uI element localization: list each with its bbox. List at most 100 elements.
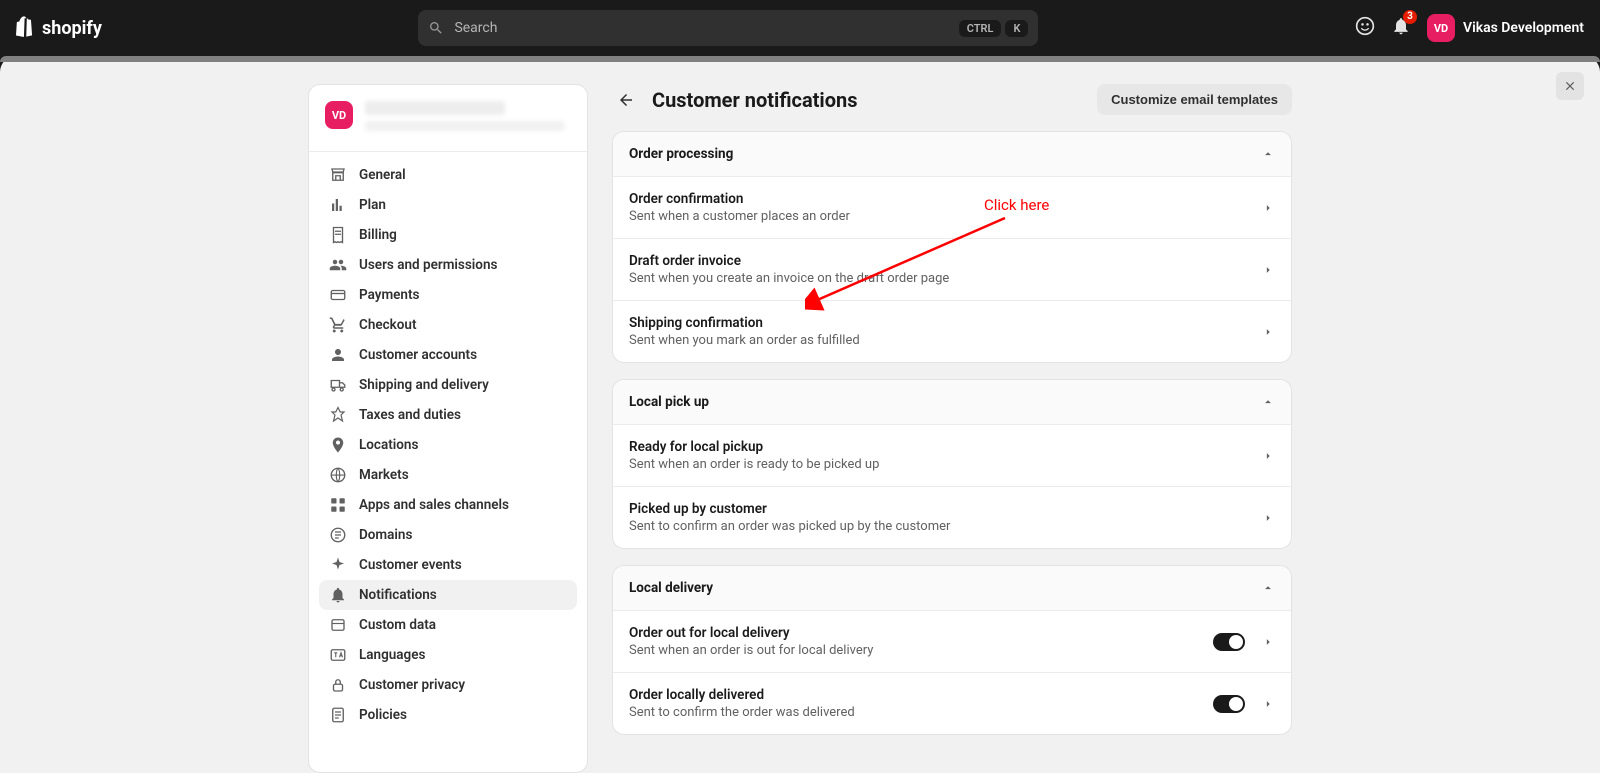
sidebar-item-domains[interactable]: Domains <box>319 520 577 550</box>
chevron-up-icon <box>1261 581 1275 595</box>
sidebar-item-label: Customer events <box>359 557 462 573</box>
notification-row[interactable]: Order confirmationSent when a customer p… <box>613 177 1291 239</box>
policy-icon <box>329 706 347 724</box>
sidebar-avatar: VD <box>325 101 353 129</box>
search-placeholder: Search <box>454 20 948 36</box>
section-title: Local delivery <box>629 580 713 596</box>
sidebar-item-apps-and-sales-channels[interactable]: Apps and sales channels <box>319 490 577 520</box>
notification-row[interactable]: Order locally deliveredSent to confirm t… <box>613 673 1291 734</box>
close-button[interactable] <box>1556 72 1584 100</box>
receipt-icon <box>329 226 347 244</box>
sidebar-item-label: Markets <box>359 467 409 483</box>
sidebar-item-label: Payments <box>359 287 419 303</box>
sidebar-item-label: Taxes and duties <box>359 407 461 423</box>
sidebar-item-label: Languages <box>359 647 425 663</box>
notifications-icon[interactable]: 3 <box>1391 16 1411 40</box>
chevron-right-icon <box>1261 697 1275 711</box>
sidebar-item-general[interactable]: General <box>319 160 577 190</box>
cart-icon <box>329 316 347 334</box>
row-title: Order out for local delivery <box>629 625 1201 641</box>
sidebar-item-checkout[interactable]: Checkout <box>319 310 577 340</box>
notification-row[interactable]: Ready for local pickupSent when an order… <box>613 425 1291 487</box>
toggle[interactable] <box>1213 695 1245 713</box>
notification-row[interactable]: Picked up by customer Sent to confirm an … <box>613 487 1291 548</box>
topbar: shopify Search CTRL K 3 VD Vikas Develop… <box>0 0 1600 56</box>
sidebar-item-users-and-permissions[interactable]: Users and permissions <box>319 250 577 280</box>
chevron-right-icon <box>1261 635 1275 649</box>
sidebar-item-custom-data[interactable]: Custom data <box>319 610 577 640</box>
sidebar-item-label: Plan <box>359 197 386 213</box>
arrow-left-icon <box>617 91 635 109</box>
kbd-ctrl: CTRL <box>959 20 1002 37</box>
sidebar-item-locations[interactable]: Locations <box>319 430 577 460</box>
row-desc: Sent when you mark an order as fulfilled <box>629 333 1249 348</box>
chevron-up-icon <box>1261 395 1275 409</box>
sidebar-item-customer-accounts[interactable]: Customer accounts <box>319 340 577 370</box>
row-desc: Sent to confirm an order was picked up b… <box>629 519 1249 534</box>
section-header[interactable]: Order processing <box>613 132 1291 177</box>
row-desc: Sent when an order is ready to be picked… <box>629 457 1249 472</box>
section-local-delivery: Local delivery Order out for local delive… <box>612 565 1292 735</box>
sidebar-item-policies[interactable]: Policies <box>319 700 577 730</box>
avatar: VD <box>1427 14 1455 42</box>
truck-icon <box>329 376 347 394</box>
row-desc: Sent when you create an invoice on the d… <box>629 271 1249 286</box>
notification-row[interactable]: Draft order invoice Sent when you create … <box>613 239 1291 301</box>
apps-icon <box>329 496 347 514</box>
sidebar-item-label: Checkout <box>359 317 417 333</box>
user-name: Vikas Development <box>1463 20 1584 36</box>
row-desc: Sent when a customer places an order <box>629 209 1249 224</box>
users-icon <box>329 256 347 274</box>
chevron-up-icon <box>1261 147 1275 161</box>
customize-templates-button[interactable]: Customize email templates <box>1097 84 1292 115</box>
sidebar-item-label: Customer accounts <box>359 347 477 363</box>
user-menu[interactable]: VD Vikas Development <box>1427 14 1584 42</box>
domain-icon <box>329 526 347 544</box>
chevron-right-icon <box>1261 511 1275 525</box>
search-input[interactable]: Search CTRL K <box>418 10 1038 46</box>
face-icon[interactable] <box>1355 16 1375 40</box>
brand-logo[interactable]: shopify <box>16 16 102 40</box>
row-title: Picked up by customer <box>629 501 1249 517</box>
shopify-icon <box>16 16 36 40</box>
page-title: Customer notifications <box>652 88 1085 112</box>
sidebar-header: VD <box>309 85 587 152</box>
section-header[interactable]: Local delivery <box>613 566 1291 611</box>
sidebar-item-languages[interactable]: Languages <box>319 640 577 670</box>
sidebar-item-shipping-and-delivery[interactable]: Shipping and delivery <box>319 370 577 400</box>
lang-icon <box>329 646 347 664</box>
back-button[interactable] <box>612 86 640 114</box>
sidebar-item-markets[interactable]: Markets <box>319 460 577 490</box>
sidebar-item-payments[interactable]: Payments <box>319 280 577 310</box>
chevron-right-icon <box>1261 449 1275 463</box>
sidebar-item-plan[interactable]: Plan <box>319 190 577 220</box>
sidebar-item-label: Billing <box>359 227 397 243</box>
section-header[interactable]: Local pick up <box>613 380 1291 425</box>
sidebar-item-label: Users and permissions <box>359 257 497 273</box>
chevron-right-icon <box>1261 201 1275 215</box>
annotation-label: Click here <box>984 196 1049 214</box>
pin-icon <box>329 436 347 454</box>
sidebar-item-billing[interactable]: Billing <box>319 220 577 250</box>
taxes-icon <box>329 406 347 424</box>
row-title: Draft order invoice <box>629 253 1249 269</box>
kbd-k: K <box>1005 20 1028 37</box>
sidebar-item-taxes-and-duties[interactable]: Taxes and duties <box>319 400 577 430</box>
sidebar-item-customer-events[interactable]: Customer events <box>319 550 577 580</box>
settings-sidebar: VD General Plan Billing Users and permissio… <box>308 84 588 773</box>
spark-icon <box>329 556 347 574</box>
sidebar-item-customer-privacy[interactable]: Customer privacy <box>319 670 577 700</box>
sidebar-item-label: Apps and sales channels <box>359 497 509 513</box>
notification-row[interactable]: Shipping confirmation Sent when you mark … <box>613 301 1291 362</box>
notif-badge: 3 <box>1403 10 1417 24</box>
main-content: Customer notifications Customize email t… <box>612 84 1292 773</box>
sidebar-item-notifications[interactable]: Notifications <box>319 580 577 610</box>
notification-row[interactable]: Order out for local deliverySent when an… <box>613 611 1291 673</box>
search-icon <box>428 20 444 36</box>
row-title: Shipping confirmation <box>629 315 1249 331</box>
toggle[interactable] <box>1213 633 1245 651</box>
topbar-right: 3 VD Vikas Development <box>1355 14 1584 42</box>
data-icon <box>329 616 347 634</box>
sidebar-item-label: Domains <box>359 527 412 543</box>
page-shell: VD General Plan Billing Users and permissio… <box>0 56 1600 773</box>
